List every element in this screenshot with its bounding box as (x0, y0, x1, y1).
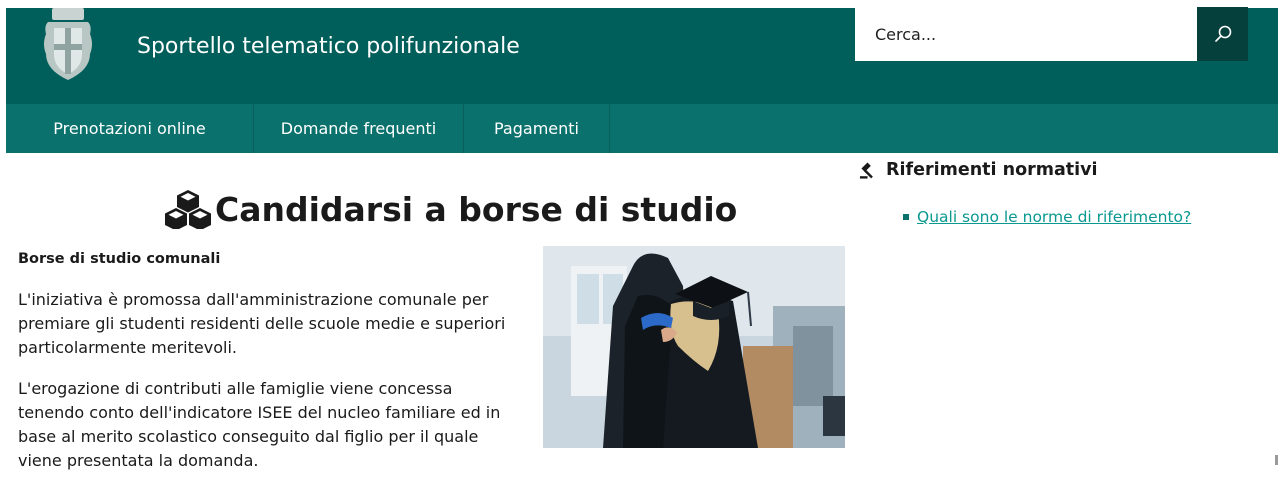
nav-item-domande-frequenti[interactable]: Domande frequenti (254, 104, 464, 153)
page-title-text: Candidarsi a borse di studio (215, 189, 738, 229)
norme-riferimento-link[interactable]: Quali sono le norme di riferimento? (917, 208, 1191, 226)
nav-item-pagamenti[interactable]: Pagamenti (464, 104, 610, 153)
site-title[interactable]: Sportello telematico polifunzionale (137, 34, 520, 59)
gavel-icon (859, 161, 873, 179)
riferimenti-heading-text: Riferimenti normativi (886, 160, 1098, 180)
criteria-paragraph: L'erogazione di contributi alle famiglie… (18, 379, 501, 470)
search-button[interactable] (1197, 7, 1248, 61)
search-icon (1214, 25, 1231, 42)
riferimenti-heading: Riferimenti normativi (859, 160, 1098, 180)
list-item: Quali sono le norme di riferimento? (903, 208, 1191, 226)
nav-item-prenotazioni-online[interactable]: Prenotazioni online (6, 104, 254, 153)
search-input[interactable] (855, 7, 1197, 61)
scrollbar-thumb[interactable] (1275, 455, 1278, 465)
graduates-hugging-photo (543, 246, 845, 448)
search-box (855, 7, 1197, 61)
section-heading: Borse di studio comunali (18, 251, 221, 267)
intro-paragraph: L'iniziativa è promossa dall'amministraz… (18, 290, 506, 357)
page-title: Candidarsi a borse di studio (163, 189, 737, 229)
main-nav: Prenotazioni online Domande frequenti Pa… (6, 104, 1278, 153)
cubes-icon (165, 190, 211, 229)
bullet-icon (903, 214, 909, 220)
municipal-crest-icon[interactable] (40, 8, 96, 84)
riferimenti-list: Quali sono le norme di riferimento? (903, 208, 1191, 226)
